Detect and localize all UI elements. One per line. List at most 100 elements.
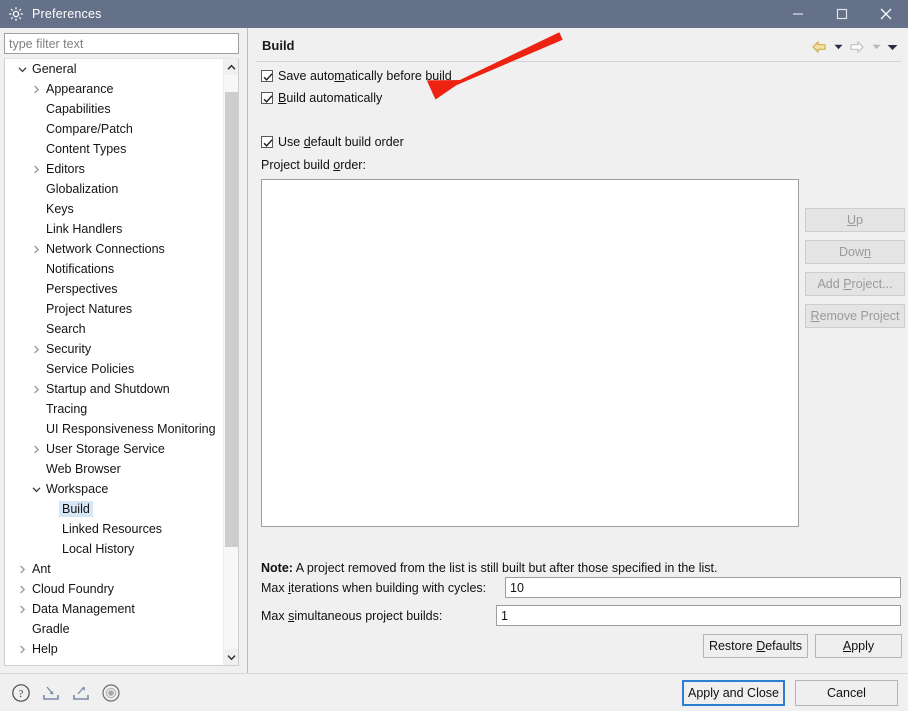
scroll-down-button[interactable] [224,649,238,665]
more-options-chevron-down-icon[interactable] [884,36,900,58]
chevron-right-icon[interactable] [29,439,43,459]
forward-history-chevron-down-icon[interactable] [868,36,884,58]
sidebar-item-local-history[interactable]: Local History [5,539,224,559]
minimize-button[interactable] [776,0,820,28]
project-build-order-list[interactable] [261,179,799,527]
sidebar-item-globalization[interactable]: Globalization [5,179,224,199]
preference-tree[interactable]: General Appearance Capabilities Compare/Pat… [4,58,239,666]
sidebar-item-label: Workspace [46,482,109,496]
chevron-down-icon[interactable] [15,59,29,79]
sidebar-item-content-types[interactable]: Content Types [5,139,224,159]
sidebar-item-compare-patch[interactable]: Compare/Patch [5,119,224,139]
sidebar-item-label: Local History [62,542,135,556]
sidebar-item-capabilities[interactable]: Capabilities [5,99,224,119]
sidebar-item-gradle[interactable]: Gradle [5,619,224,639]
sidebar-item-help[interactable]: Help [5,639,224,659]
chevron-down-icon[interactable] [29,479,43,499]
sidebar-item-keys[interactable]: Keys [5,199,224,219]
chevron-right-icon[interactable] [15,599,29,619]
sidebar-item-label: Security [46,342,92,356]
chevron-right-icon[interactable] [29,79,43,99]
restore-defaults-button[interactable]: Restore Defaults [703,634,808,658]
sidebar-item-user-storage-service[interactable]: User Storage Service [5,439,224,459]
search-input[interactable] [4,33,239,54]
sidebar-item-label: General [32,62,77,76]
max-simultaneous-builds-label: Max simultaneous project builds: [261,609,443,623]
gear-icon [8,6,24,22]
sidebar-item-search[interactable]: Search [5,319,224,339]
chevron-right-icon[interactable] [15,639,29,659]
up-button[interactable]: Up [805,208,905,232]
down-button[interactable]: Down [805,240,905,264]
checkbox-save-automatically-before-build[interactable]: Save automatically before build [261,69,452,83]
sidebar-item-linked-resources[interactable]: Linked Resources [5,519,224,539]
import-icon[interactable] [40,682,62,704]
sidebar-item-tracing[interactable]: Tracing [5,399,224,419]
sidebar-item-link-handlers[interactable]: Link Handlers [5,219,224,239]
sidebar-item-partial[interactable] [5,659,224,665]
back-history-chevron-down-icon[interactable] [830,36,846,58]
export-icon[interactable] [70,682,92,704]
sidebar-item-workspace[interactable]: Workspace [5,479,224,499]
apply-button[interactable]: Apply [815,634,902,658]
sidebar-item-network-connections[interactable]: Network Connections [5,239,224,259]
sidebar-item-label: Cloud Foundry [32,582,114,596]
down-button-label: Down [839,245,871,259]
sidebar-item-label: Capabilities [46,102,111,116]
sidebar-item-perspectives[interactable]: Perspectives [5,279,224,299]
sidebar-item-project-natures[interactable]: Project Natures [5,299,224,319]
sidebar-item-label [43,661,66,665]
cancel-button[interactable]: Cancel [795,680,898,706]
target-icon[interactable] [100,682,122,704]
scroll-up-button[interactable] [224,59,238,75]
sidebar-item-editors[interactable]: Editors [5,159,224,179]
apply-and-close-label: Apply and Close [687,686,780,700]
chevron-right-icon[interactable] [29,239,43,259]
max-simultaneous-builds-input[interactable] [496,605,901,626]
chevron-right-icon[interactable] [29,379,43,399]
arrow-right-icon[interactable] [846,36,868,58]
sidebar-item-data-management[interactable]: Data Management [5,599,224,619]
help-icon[interactable]: ? [10,682,32,704]
sidebar-item-label: UI Responsiveness Monitoring [46,422,216,436]
checkbox-checked-icon [261,136,273,148]
sidebar-item-startup-and-shutdown[interactable]: Startup and Shutdown [5,379,224,399]
max-iterations-input[interactable] [505,577,901,598]
chevron-right-icon[interactable] [15,559,29,579]
sidebar-item-ant[interactable]: Ant [5,559,224,579]
scrollbar-track[interactable] [224,75,238,649]
cancel-button-label: Cancel [827,686,866,700]
chevron-right-icon[interactable] [29,159,43,179]
scrollbar-thumb[interactable] [225,92,238,547]
sidebar-item-general[interactable]: General [5,59,224,79]
sidebar-item-ui-responsiveness-monitoring[interactable]: UI Responsiveness Monitoring [5,419,224,439]
chevron-right-icon[interactable] [29,339,43,359]
add-project-button[interactable]: Add Project... [805,272,905,296]
tree-scrollbar[interactable] [223,59,238,665]
sidebar-item-label: Network Connections [46,242,165,256]
sidebar-item-label: Project Natures [46,302,133,316]
remove-project-button[interactable]: Remove Project [805,304,905,328]
sidebar-item-service-policies[interactable]: Service Policies [5,359,224,379]
sidebar-item-web-browser[interactable]: Web Browser [5,459,224,479]
close-button[interactable] [864,0,908,28]
checkbox-use-default-build-order[interactable]: Use default build order [261,135,404,149]
sidebar-item-cloud-foundry[interactable]: Cloud Foundry [5,579,224,599]
checkbox-build-automatically[interactable]: Build automatically [261,91,382,105]
chevron-right-icon[interactable] [15,579,29,599]
sidebar-item-label: Link Handlers [46,222,123,236]
sidebar-item-build[interactable]: Build [5,499,224,519]
sidebar-item-security[interactable]: Security [5,339,224,359]
maximize-button[interactable] [820,0,864,28]
arrow-left-icon[interactable] [808,36,830,58]
sidebar-item-notifications[interactable]: Notifications [5,259,224,279]
apply-and-close-button[interactable]: Apply and Close [682,680,785,706]
sidebar-item-appearance[interactable]: Appearance [5,79,224,99]
